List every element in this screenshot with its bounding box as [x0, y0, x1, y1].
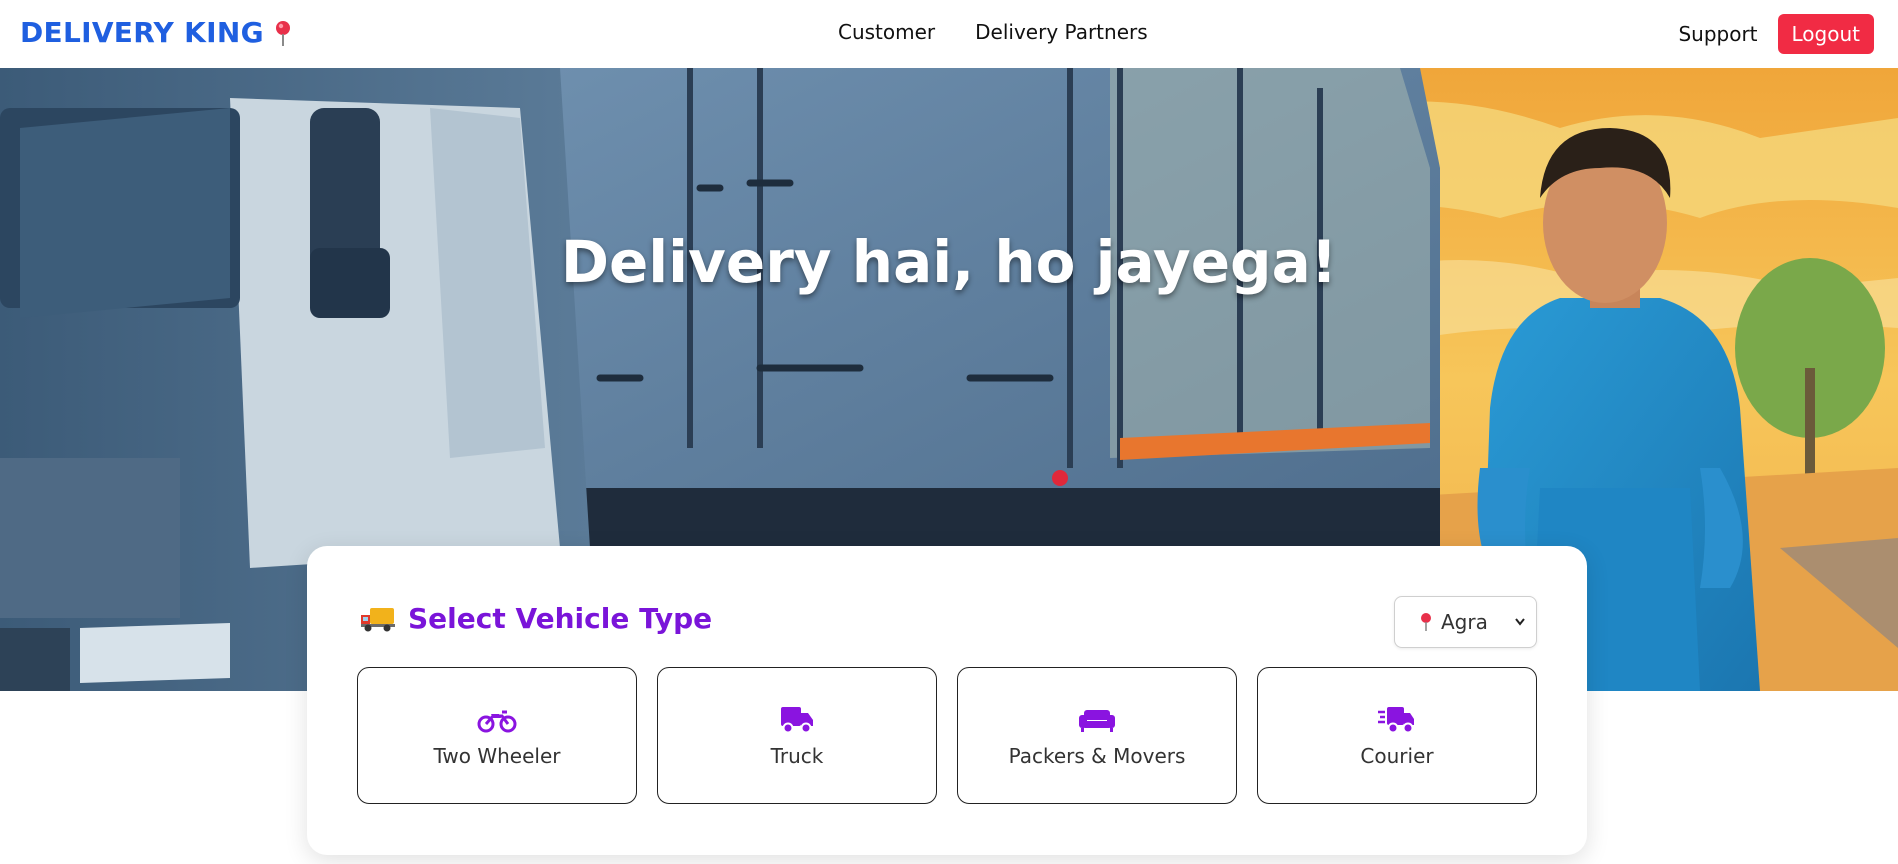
vehicle-option-two-wheeler[interactable]: Two Wheeler: [357, 667, 637, 804]
card-title: Select Vehicle Type: [408, 602, 713, 635]
city-select[interactable]: Agra: [1394, 596, 1537, 648]
chevron-down-icon: [1515, 618, 1525, 626]
logout-button[interactable]: Logout: [1777, 14, 1874, 54]
hero-title: Delivery hai, ho jayega!: [560, 228, 1338, 296]
pin-icon: [1421, 613, 1431, 631]
support-link[interactable]: Support: [1678, 22, 1757, 46]
vehicle-select-card: Select Vehicle Type Agra Two Wheeler Tru…: [307, 546, 1587, 855]
brand-name: DELIVERY KING: [20, 16, 264, 49]
pin-icon: [275, 20, 290, 46]
nav-links: Customer Delivery Partners: [838, 20, 1148, 44]
card-header: Select Vehicle Type: [360, 602, 712, 635]
vehicle-option-truck[interactable]: Truck: [657, 667, 937, 804]
motorcycle-icon: [477, 710, 517, 732]
navbar: DELIVERY KING Customer Delivery Partners…: [0, 0, 1898, 68]
vehicle-option-label: Two Wheeler: [433, 743, 561, 768]
city-select-value: Agra: [1441, 610, 1488, 634]
vehicle-option-label: Truck: [770, 743, 824, 768]
vehicle-option-packers-movers[interactable]: Packers & Movers: [957, 667, 1237, 804]
vehicle-options: Two Wheeler Truck Packers & Movers Couri…: [357, 667, 1537, 804]
nav-link-customer[interactable]: Customer: [838, 20, 935, 44]
fast-truck-icon: [1378, 706, 1414, 733]
nav-link-delivery-partners[interactable]: Delivery Partners: [975, 20, 1147, 44]
vehicle-option-courier[interactable]: Courier: [1257, 667, 1537, 804]
delivery-truck-icon: [361, 607, 395, 631]
vehicle-option-label: Courier: [1360, 743, 1434, 768]
vehicle-option-label: Packers & Movers: [1008, 743, 1186, 768]
brand-logo[interactable]: DELIVERY KING: [20, 16, 294, 49]
sofa-icon: [1079, 709, 1115, 732]
truck-icon: [781, 706, 813, 733]
nav-actions: Support Logout: [1678, 14, 1874, 54]
